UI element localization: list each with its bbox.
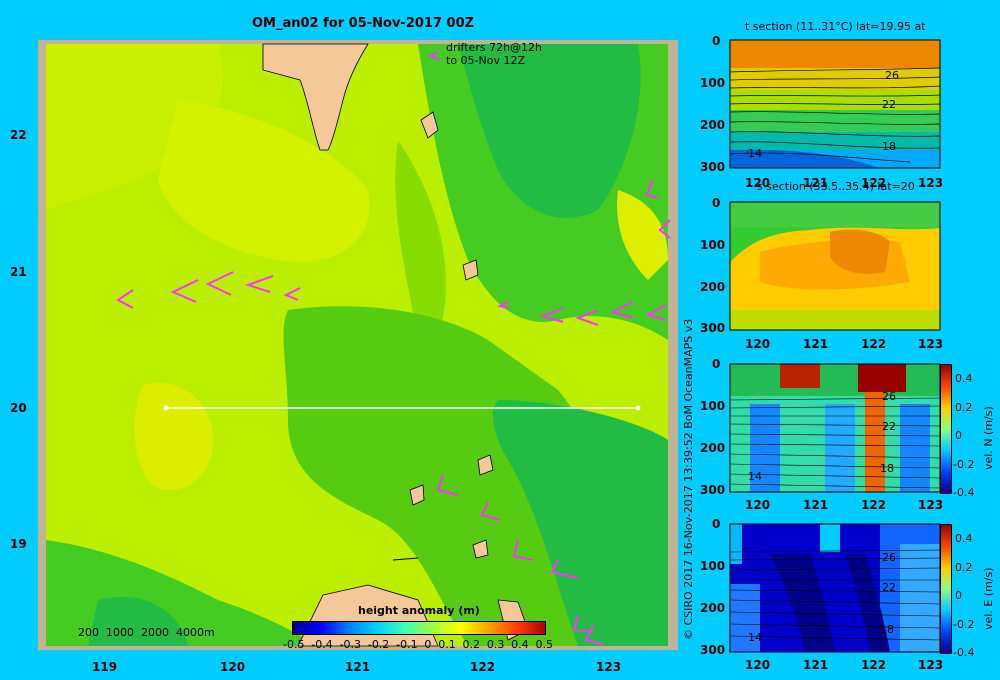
panel3-contour-18: 18 — [880, 462, 894, 475]
colorbar-ticks: -0.5 -0.4 -0.3 -0.2 -0.1 0 0.1 0.2 0.3 0.4 0.5 — [283, 638, 553, 651]
lon-tick-121: 121 — [345, 660, 371, 674]
panel4-contour-18: 18 — [880, 623, 894, 636]
map-title: OM_an02 for 05-Nov-2017 00Z — [252, 16, 475, 31]
east-colorbar-label: vel. E (m/s) — [982, 567, 995, 630]
panel4-contour-26: 26 — [882, 551, 896, 564]
panel3-contour-14: 14 — [748, 470, 762, 483]
lat-tick-20: 20 — [10, 401, 27, 415]
panel1-contour-26: 26 — [885, 69, 899, 82]
colorbar-title: height anomaly (m) — [358, 604, 480, 617]
lat-tick-21: 21 — [10, 265, 27, 279]
drifters-legend-line2: to 05-Nov 12Z — [446, 54, 526, 67]
panel3-contour-26: 26 — [882, 390, 896, 403]
depth-legend: 200 1000 2000 4000m — [78, 626, 215, 639]
panel1-contour-22: 22 — [882, 98, 896, 111]
lon-tick-119: 119 — [92, 660, 118, 674]
panel2-title: s section (33.5..35.4) lat=20 — [757, 180, 915, 193]
panel1-contour-14: 14 — [748, 147, 762, 160]
panel4-contour-14: 14 — [748, 631, 762, 644]
north-colorbar-label: vel. N (m/s) — [982, 406, 995, 470]
panel3-contour-22: 22 — [882, 420, 896, 433]
lon-tick-123: 123 — [596, 660, 622, 674]
lon-tick-122: 122 — [470, 660, 496, 674]
credit-text: © CSIRO 2017 16-Nov-2017 13:39:52 BoM Oc… — [682, 318, 695, 640]
panel1-contour-18: 18 — [882, 140, 896, 153]
panel1-title: t section (11..31°C) lat=19.95 at — [745, 20, 926, 33]
north-velocity-colorbar — [940, 364, 952, 494]
lat-tick-19: 19 — [10, 537, 27, 551]
height-colorbar — [292, 621, 546, 635]
salinity-section-panel — [729, 201, 941, 331]
lat-tick-22: 22 — [10, 128, 27, 142]
lon-tick-120: 120 — [220, 660, 246, 674]
drifters-legend-line1: drifters 72h@12h — [446, 41, 543, 54]
height-anomaly-map — [38, 40, 678, 650]
panel4-contour-22: 22 — [882, 581, 896, 594]
east-velocity-colorbar — [940, 524, 952, 654]
